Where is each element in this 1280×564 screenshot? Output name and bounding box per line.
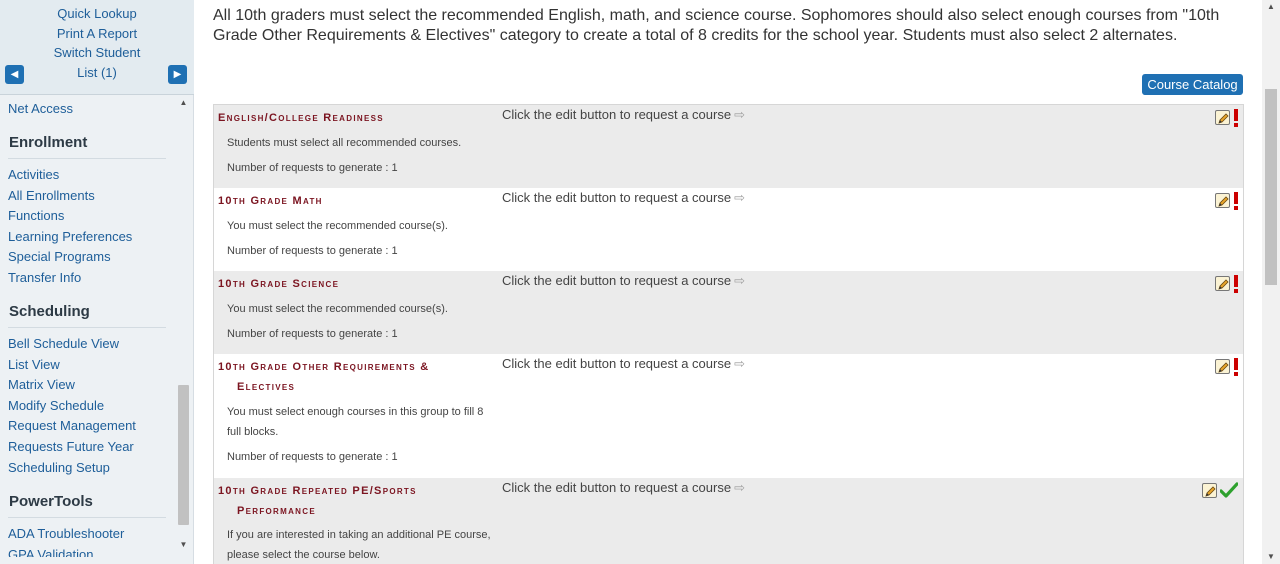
edit-pencil-icon[interactable] xyxy=(1202,483,1217,498)
exclamation-icon xyxy=(1234,109,1238,127)
sidebar-item-ada-troubleshooter[interactable]: ADA Troubleshooter xyxy=(8,525,124,542)
sidebar-item-bell-schedule-view[interactable]: Bell Schedule View xyxy=(8,335,119,352)
checkmark-icon xyxy=(1220,482,1238,498)
course-requests-table: English/College Readiness Students must … xyxy=(213,104,1244,564)
sidebar-quick-actions: Quick Lookup Print A Report Switch Stude… xyxy=(0,0,194,95)
print-report-link[interactable]: Print A Report xyxy=(0,26,194,42)
request-title: 10th Grade Math xyxy=(218,195,323,207)
request-row-other-requirements: 10th Grade Other Requirements & Elective… xyxy=(214,354,1243,478)
request-row-math: 10th Grade Math You must select the reco… xyxy=(214,188,1243,271)
sidebar-item-gpa-validation[interactable]: GPA Validation xyxy=(8,546,94,557)
sidebar-item-activities[interactable]: Activities xyxy=(8,166,59,183)
requests-to-generate: Number of requests to generate : 1 xyxy=(227,162,398,174)
instruction-text: Click the edit button to request a cours… xyxy=(502,480,732,495)
section-heading-powertools: PowerTools xyxy=(9,493,93,510)
page-scroll-down-icon[interactable]: ▼ xyxy=(1262,550,1280,564)
request-row-repeated-pe: 10th Grade Repeated PE/Sports Performanc… xyxy=(214,478,1243,564)
sidebar-scroll-down-icon[interactable]: ▼ xyxy=(176,539,191,551)
section-divider xyxy=(8,517,166,518)
request-description: If you are interested in taking an addit… xyxy=(227,529,491,561)
arrow-right-icon: ⇨ xyxy=(734,190,745,205)
edit-pencil-icon[interactable] xyxy=(1215,359,1230,374)
edit-pencil-icon[interactable] xyxy=(1215,193,1230,208)
request-instruction: Click the edit button to request a cours… xyxy=(502,190,745,206)
requests-to-generate: Number of requests to generate : 1 xyxy=(227,245,398,257)
arrow-right-icon: ⇨ xyxy=(734,107,745,122)
sidebar-item-list-view[interactable]: List View xyxy=(8,356,60,373)
request-description: You must select the recommended course(s… xyxy=(227,303,448,315)
request-instruction: Click the edit button to request a cours… xyxy=(502,107,745,123)
edit-pencil-icon[interactable] xyxy=(1215,110,1230,125)
request-row-science: 10th Grade Science You must select the r… xyxy=(214,271,1243,354)
request-instruction: Click the edit button to request a cours… xyxy=(502,356,745,372)
arrow-right-icon: ⇨ xyxy=(734,356,745,371)
instruction-text: Click the edit button to request a cours… xyxy=(502,107,732,122)
request-instruction: Click the edit button to request a cours… xyxy=(502,480,745,496)
section-divider xyxy=(8,327,166,328)
request-instruction: Click the edit button to request a cours… xyxy=(502,273,745,289)
request-description: You must select the recommended course(s… xyxy=(227,220,448,232)
arrow-right-icon: ⇨ xyxy=(734,480,745,495)
edit-pencil-icon[interactable] xyxy=(1215,276,1230,291)
request-title: 10th Grade Repeated PE/Sports xyxy=(218,485,417,497)
sidebar-item-net-access[interactable]: Net Access xyxy=(8,100,73,117)
instruction-text: Click the edit button to request a cours… xyxy=(502,356,732,371)
exclamation-icon xyxy=(1234,275,1238,293)
sidebar-item-learning-preferences[interactable]: Learning Preferences xyxy=(8,228,132,245)
exclamation-icon xyxy=(1234,192,1238,210)
requests-to-generate: Number of requests to generate : 1 xyxy=(227,328,398,340)
request-title-continued: Electives xyxy=(237,381,296,393)
switch-student-link[interactable]: Switch Student xyxy=(0,45,194,61)
page-scroll-up-icon[interactable]: ▲ xyxy=(1262,0,1280,14)
section-heading-enrollment: Enrollment xyxy=(9,134,88,151)
sidebar-scrollbar-thumb[interactable] xyxy=(178,385,189,525)
student-list-link[interactable]: List (1) xyxy=(0,65,194,81)
sidebar-item-modify-schedule[interactable]: Modify Schedule xyxy=(8,397,104,414)
quick-lookup-link[interactable]: Quick Lookup xyxy=(0,6,194,22)
section-divider xyxy=(8,158,166,159)
page-scrollbar-thumb[interactable] xyxy=(1265,89,1277,285)
sidebar-item-all-enrollments[interactable]: All Enrollments xyxy=(8,187,95,204)
next-student-button[interactable]: ▶ xyxy=(168,65,187,84)
request-title: 10th Grade Other Requirements & xyxy=(218,361,430,373)
request-description: Students must select all recommended cou… xyxy=(227,137,462,149)
arrow-right-icon: ⇨ xyxy=(734,273,745,288)
section-heading-scheduling: Scheduling xyxy=(9,303,90,320)
instructions-text: All 10th graders must select the recomme… xyxy=(213,7,1220,44)
sidebar-scroll-up-icon[interactable]: ▲ xyxy=(176,97,191,109)
sidebar-item-special-programs[interactable]: Special Programs xyxy=(8,248,111,265)
exclamation-icon xyxy=(1234,358,1238,376)
request-row-english: English/College Readiness Students must … xyxy=(214,105,1243,188)
main-content: All 10th graders must select the recomme… xyxy=(195,0,1260,564)
request-title: English/College Readiness xyxy=(218,112,384,124)
request-title: 10th Grade Science xyxy=(218,278,340,290)
sidebar-item-request-management[interactable]: Request Management xyxy=(8,417,136,434)
instruction-text: Click the edit button to request a cours… xyxy=(502,190,732,205)
sidebar-item-requests-future-year[interactable]: Requests Future Year xyxy=(8,438,134,455)
sidebar-item-matrix-view[interactable]: Matrix View xyxy=(8,376,75,393)
sidebar-menu: Net Access Enrollment Activities All Enr… xyxy=(0,95,194,557)
requests-to-generate: Number of requests to generate : 1 xyxy=(227,451,398,463)
request-title-continued: Performance xyxy=(237,505,316,517)
sidebar-item-functions[interactable]: Functions xyxy=(8,207,64,224)
previous-student-button[interactable]: ◀ xyxy=(5,65,24,84)
sidebar-item-transfer-info[interactable]: Transfer Info xyxy=(8,269,81,286)
sidebar-item-scheduling-setup[interactable]: Scheduling Setup xyxy=(8,459,110,476)
course-catalog-button[interactable]: Course Catalog xyxy=(1142,74,1243,95)
instruction-text: Click the edit button to request a cours… xyxy=(502,273,732,288)
request-description: You must select enough courses in this g… xyxy=(227,406,484,438)
sidebar: Quick Lookup Print A Report Switch Stude… xyxy=(0,0,194,564)
